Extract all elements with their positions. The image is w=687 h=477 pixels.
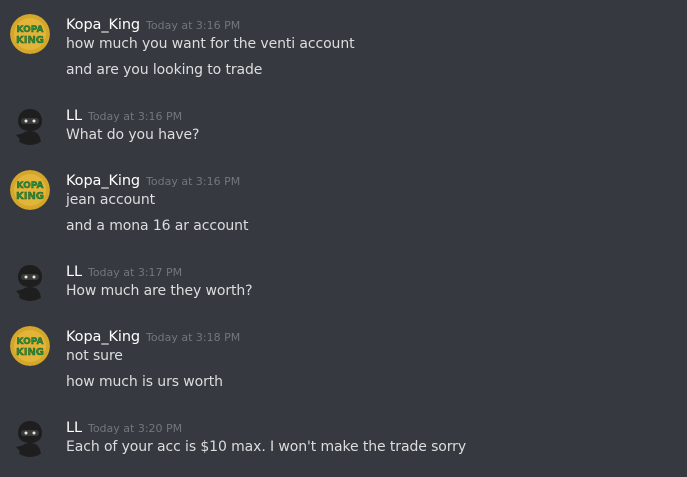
message-text: How much are they worth? bbox=[66, 283, 253, 299]
message-header: LL Today at 3:17 PM bbox=[66, 261, 182, 281]
timestamp[interactable]: Today at 3:16 PM bbox=[146, 175, 240, 188]
timestamp[interactable]: Today at 3:18 PM bbox=[146, 331, 240, 344]
ninja-icon bbox=[10, 105, 50, 145]
kopa-king-logo: KOPA KING bbox=[10, 14, 50, 54]
kopa-king-logo: KOPA KING bbox=[10, 170, 50, 210]
username[interactable]: Kopa_King bbox=[66, 17, 140, 33]
username[interactable]: LL bbox=[66, 264, 82, 280]
kopa-king-avatar[interactable]: KOPA KING bbox=[10, 14, 50, 54]
username[interactable]: Kopa_King bbox=[66, 173, 140, 189]
username[interactable]: Kopa_King bbox=[66, 329, 140, 345]
message-header: Kopa_King Today at 3:16 PM bbox=[66, 170, 240, 190]
logo-text-top: KOPA bbox=[17, 337, 44, 347]
ninja-avatar[interactable] bbox=[10, 105, 50, 145]
message-header: LL Today at 3:20 PM bbox=[66, 417, 182, 437]
ninja-icon bbox=[10, 417, 50, 457]
message-header: Kopa_King Today at 3:16 PM bbox=[66, 14, 240, 34]
logo-text-top: KOPA bbox=[17, 25, 44, 35]
timestamp[interactable]: Today at 3:16 PM bbox=[146, 19, 240, 32]
message-text: not sure bbox=[66, 348, 123, 364]
message-text: Each of your acc is $10 max. I won't mak… bbox=[66, 439, 467, 455]
message-text: What do you have? bbox=[66, 127, 200, 143]
username[interactable]: LL bbox=[66, 420, 82, 436]
message-text: and are you looking to trade bbox=[66, 62, 263, 78]
message-text: jean account bbox=[66, 192, 155, 208]
message-text: how much is urs worth bbox=[66, 374, 223, 390]
timestamp[interactable]: Today at 3:16 PM bbox=[88, 110, 182, 123]
timestamp[interactable]: Today at 3:17 PM bbox=[88, 266, 182, 279]
message-header: Kopa_King Today at 3:18 PM bbox=[66, 326, 240, 346]
ninja-avatar[interactable] bbox=[10, 417, 50, 457]
logo-text-bottom: KING bbox=[16, 347, 44, 358]
kopa-king-avatar[interactable]: KOPA KING bbox=[10, 326, 50, 366]
message-header: LL Today at 3:16 PM bbox=[66, 105, 182, 125]
kopa-king-logo: KOPA KING bbox=[10, 326, 50, 366]
kopa-king-avatar[interactable]: KOPA KING bbox=[10, 170, 50, 210]
chat-messages: KOPA KING Kopa_King Today at 3:16 PM how … bbox=[0, 0, 687, 477]
timestamp[interactable]: Today at 3:20 PM bbox=[88, 422, 182, 435]
logo-text-bottom: KING bbox=[16, 191, 44, 202]
logo-text-top: KOPA bbox=[17, 181, 44, 191]
ninja-icon bbox=[10, 261, 50, 301]
logo-text-bottom: KING bbox=[16, 35, 44, 46]
username[interactable]: LL bbox=[66, 108, 82, 124]
message-text: how much you want for the venti account bbox=[66, 36, 355, 52]
message-text: and a mona 16 ar account bbox=[66, 218, 249, 234]
ninja-avatar[interactable] bbox=[10, 261, 50, 301]
